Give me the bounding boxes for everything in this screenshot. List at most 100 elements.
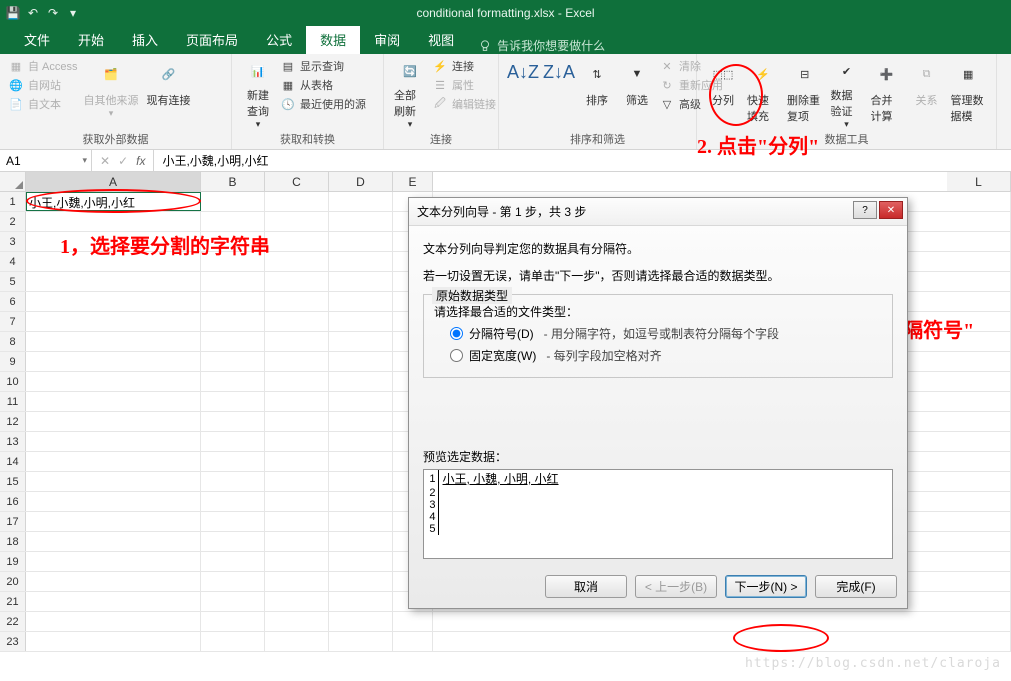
cell[interactable] xyxy=(329,512,393,531)
undo-icon[interactable]: ↶ xyxy=(26,6,40,20)
tab-layout[interactable]: 页面布局 xyxy=(172,25,252,54)
col-header[interactable]: A xyxy=(26,172,201,191)
cell[interactable] xyxy=(26,412,201,431)
cell[interactable] xyxy=(26,332,201,351)
cell[interactable] xyxy=(26,492,201,511)
cell[interactable] xyxy=(201,192,265,211)
cell[interactable] xyxy=(201,512,265,531)
from-access-button[interactable]: ▦自 Access xyxy=(8,58,78,74)
cell[interactable] xyxy=(26,372,201,391)
flash-fill-button[interactable]: ⚡快速填充 xyxy=(743,56,783,132)
row-header[interactable]: 7 xyxy=(0,312,26,331)
cell[interactable] xyxy=(329,372,393,391)
row-header[interactable]: 12 xyxy=(0,412,26,431)
row-header[interactable]: 5 xyxy=(0,272,26,291)
cell[interactable] xyxy=(947,552,1011,571)
cell[interactable] xyxy=(947,312,1011,331)
row-header[interactable]: 17 xyxy=(0,512,26,531)
cell[interactable] xyxy=(265,472,329,491)
properties-button[interactable]: ☰属性 xyxy=(432,77,496,93)
cell[interactable] xyxy=(265,312,329,331)
cell[interactable] xyxy=(201,632,265,651)
cell[interactable] xyxy=(947,232,1011,251)
cell[interactable] xyxy=(329,192,393,211)
cancel-icon[interactable]: ✕ xyxy=(100,154,110,168)
cell[interactable] xyxy=(329,452,393,471)
formula-input[interactable]: 小王,小魏,小明,小红 xyxy=(154,150,1011,171)
next-button[interactable]: 下一步(N) > xyxy=(725,575,807,598)
cell[interactable] xyxy=(947,192,1011,211)
cell[interactable] xyxy=(265,452,329,471)
tell-me[interactable]: 告诉我你想要做什么 xyxy=(478,37,605,54)
refresh-all-button[interactable]: 🔄全部刷新▾ xyxy=(390,56,430,132)
delimited-radio[interactable]: 分隔符号(D) - 用分隔字符，如逗号或制表符分隔每个字段 xyxy=(450,325,882,342)
from-table-button[interactable]: ▦从表格 xyxy=(280,77,366,93)
back-button[interactable]: < 上一步(B) xyxy=(635,575,717,598)
cell[interactable] xyxy=(26,572,201,591)
save-icon[interactable]: 💾 xyxy=(6,6,20,20)
text-to-columns-button[interactable]: ⬚⬚分列 xyxy=(703,56,743,132)
cell[interactable] xyxy=(947,452,1011,471)
cell[interactable] xyxy=(265,532,329,551)
qat-more-icon[interactable]: ▾ xyxy=(66,6,80,20)
row-header[interactable]: 15 xyxy=(0,472,26,491)
cell[interactable] xyxy=(329,592,393,611)
cell[interactable] xyxy=(26,452,201,471)
finish-button[interactable]: 完成(F) xyxy=(815,575,897,598)
from-web-button[interactable]: 🌐自网站 xyxy=(8,77,78,93)
row-header[interactable]: 2 xyxy=(0,212,26,231)
row-header[interactable]: 6 xyxy=(0,292,26,311)
sort-desc-button[interactable]: Z↓A xyxy=(541,56,577,132)
cell[interactable] xyxy=(201,472,265,491)
preview-area[interactable]: 1小王, 小魏, 小明, 小红 2 3 4 5 xyxy=(423,469,893,559)
cell[interactable] xyxy=(947,472,1011,491)
cell[interactable] xyxy=(265,432,329,451)
cancel-button[interactable]: 取消 xyxy=(545,575,627,598)
cell[interactable] xyxy=(329,272,393,291)
row-header[interactable]: 23 xyxy=(0,632,26,651)
cell[interactable] xyxy=(201,292,265,311)
cell[interactable] xyxy=(26,552,201,571)
cell[interactable] xyxy=(201,272,265,291)
cell[interactable] xyxy=(947,572,1011,591)
edit-links-button[interactable]: 🖉编辑链接 xyxy=(432,96,496,112)
fx-icon[interactable]: fx xyxy=(136,154,145,168)
fixed-width-radio[interactable]: 固定宽度(W) - 每列字段加空格对齐 xyxy=(450,347,882,364)
cell[interactable] xyxy=(947,352,1011,371)
dialog-title-bar[interactable]: 文本分列向导 - 第 1 步，共 3 步 ? ✕ xyxy=(409,198,907,226)
cell[interactable] xyxy=(26,392,201,411)
cell[interactable] xyxy=(329,312,393,331)
cell[interactable] xyxy=(329,552,393,571)
cell[interactable] xyxy=(201,532,265,551)
cell[interactable] xyxy=(329,332,393,351)
tab-review[interactable]: 审阅 xyxy=(360,25,414,54)
cell[interactable] xyxy=(265,492,329,511)
cell[interactable] xyxy=(329,532,393,551)
cell[interactable] xyxy=(265,632,329,651)
manage-model-button[interactable]: ▦管理数据模 xyxy=(947,56,991,132)
cell[interactable] xyxy=(265,512,329,531)
cell[interactable] xyxy=(265,572,329,591)
cell[interactable] xyxy=(329,232,393,251)
recent-sources-button[interactable]: 🕓最近使用的源 xyxy=(280,96,366,112)
redo-icon[interactable]: ↷ xyxy=(46,6,60,20)
from-other-button[interactable]: 🗂️自其他来源▾ xyxy=(80,56,143,132)
existing-conn-button[interactable]: 🔗现有连接 xyxy=(143,56,195,132)
cell[interactable] xyxy=(329,252,393,271)
row-header[interactable]: 1 xyxy=(0,192,26,211)
cell[interactable] xyxy=(329,352,393,371)
cell[interactable] xyxy=(201,592,265,611)
cell[interactable]: 小王,小魏,小明,小红 xyxy=(26,192,201,211)
cell[interactable] xyxy=(265,252,329,271)
cell[interactable] xyxy=(201,332,265,351)
row-header[interactable]: 4 xyxy=(0,252,26,271)
cell[interactable] xyxy=(201,492,265,511)
cell[interactable] xyxy=(265,392,329,411)
cell[interactable] xyxy=(201,352,265,371)
cell[interactable] xyxy=(265,352,329,371)
cell[interactable] xyxy=(26,532,201,551)
cell[interactable] xyxy=(26,252,201,271)
cell[interactable] xyxy=(947,212,1011,231)
row-header[interactable]: 3 xyxy=(0,232,26,251)
cell[interactable] xyxy=(201,432,265,451)
